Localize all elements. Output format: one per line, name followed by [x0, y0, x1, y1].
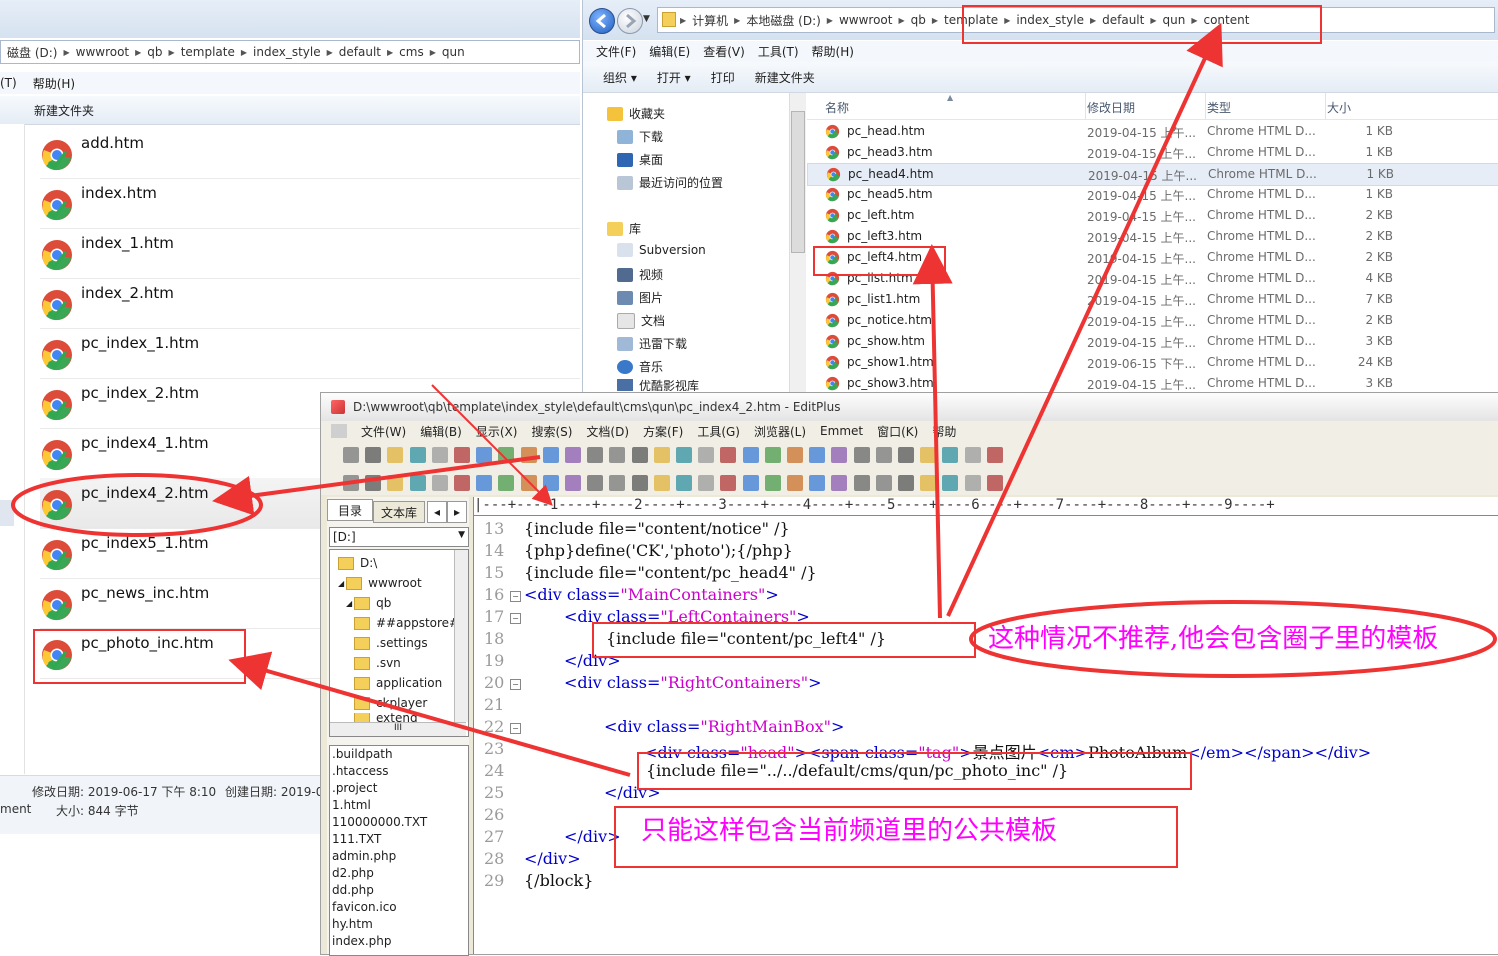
- arrow-to-pc-photo-inc: [228, 651, 631, 777]
- ellipse-not-recommended: [969, 600, 1497, 678]
- arrow-to-pc-index4-2: [212, 455, 541, 516]
- arrow-to-ruler: [431, 384, 553, 506]
- ellipse-pc-index4-2: [11, 473, 263, 537]
- arrow-to-pc-left4: [912, 244, 953, 619]
- annotation-overlay: [11, 22, 1497, 777]
- arrow-to-content-folder: [946, 22, 1223, 617]
